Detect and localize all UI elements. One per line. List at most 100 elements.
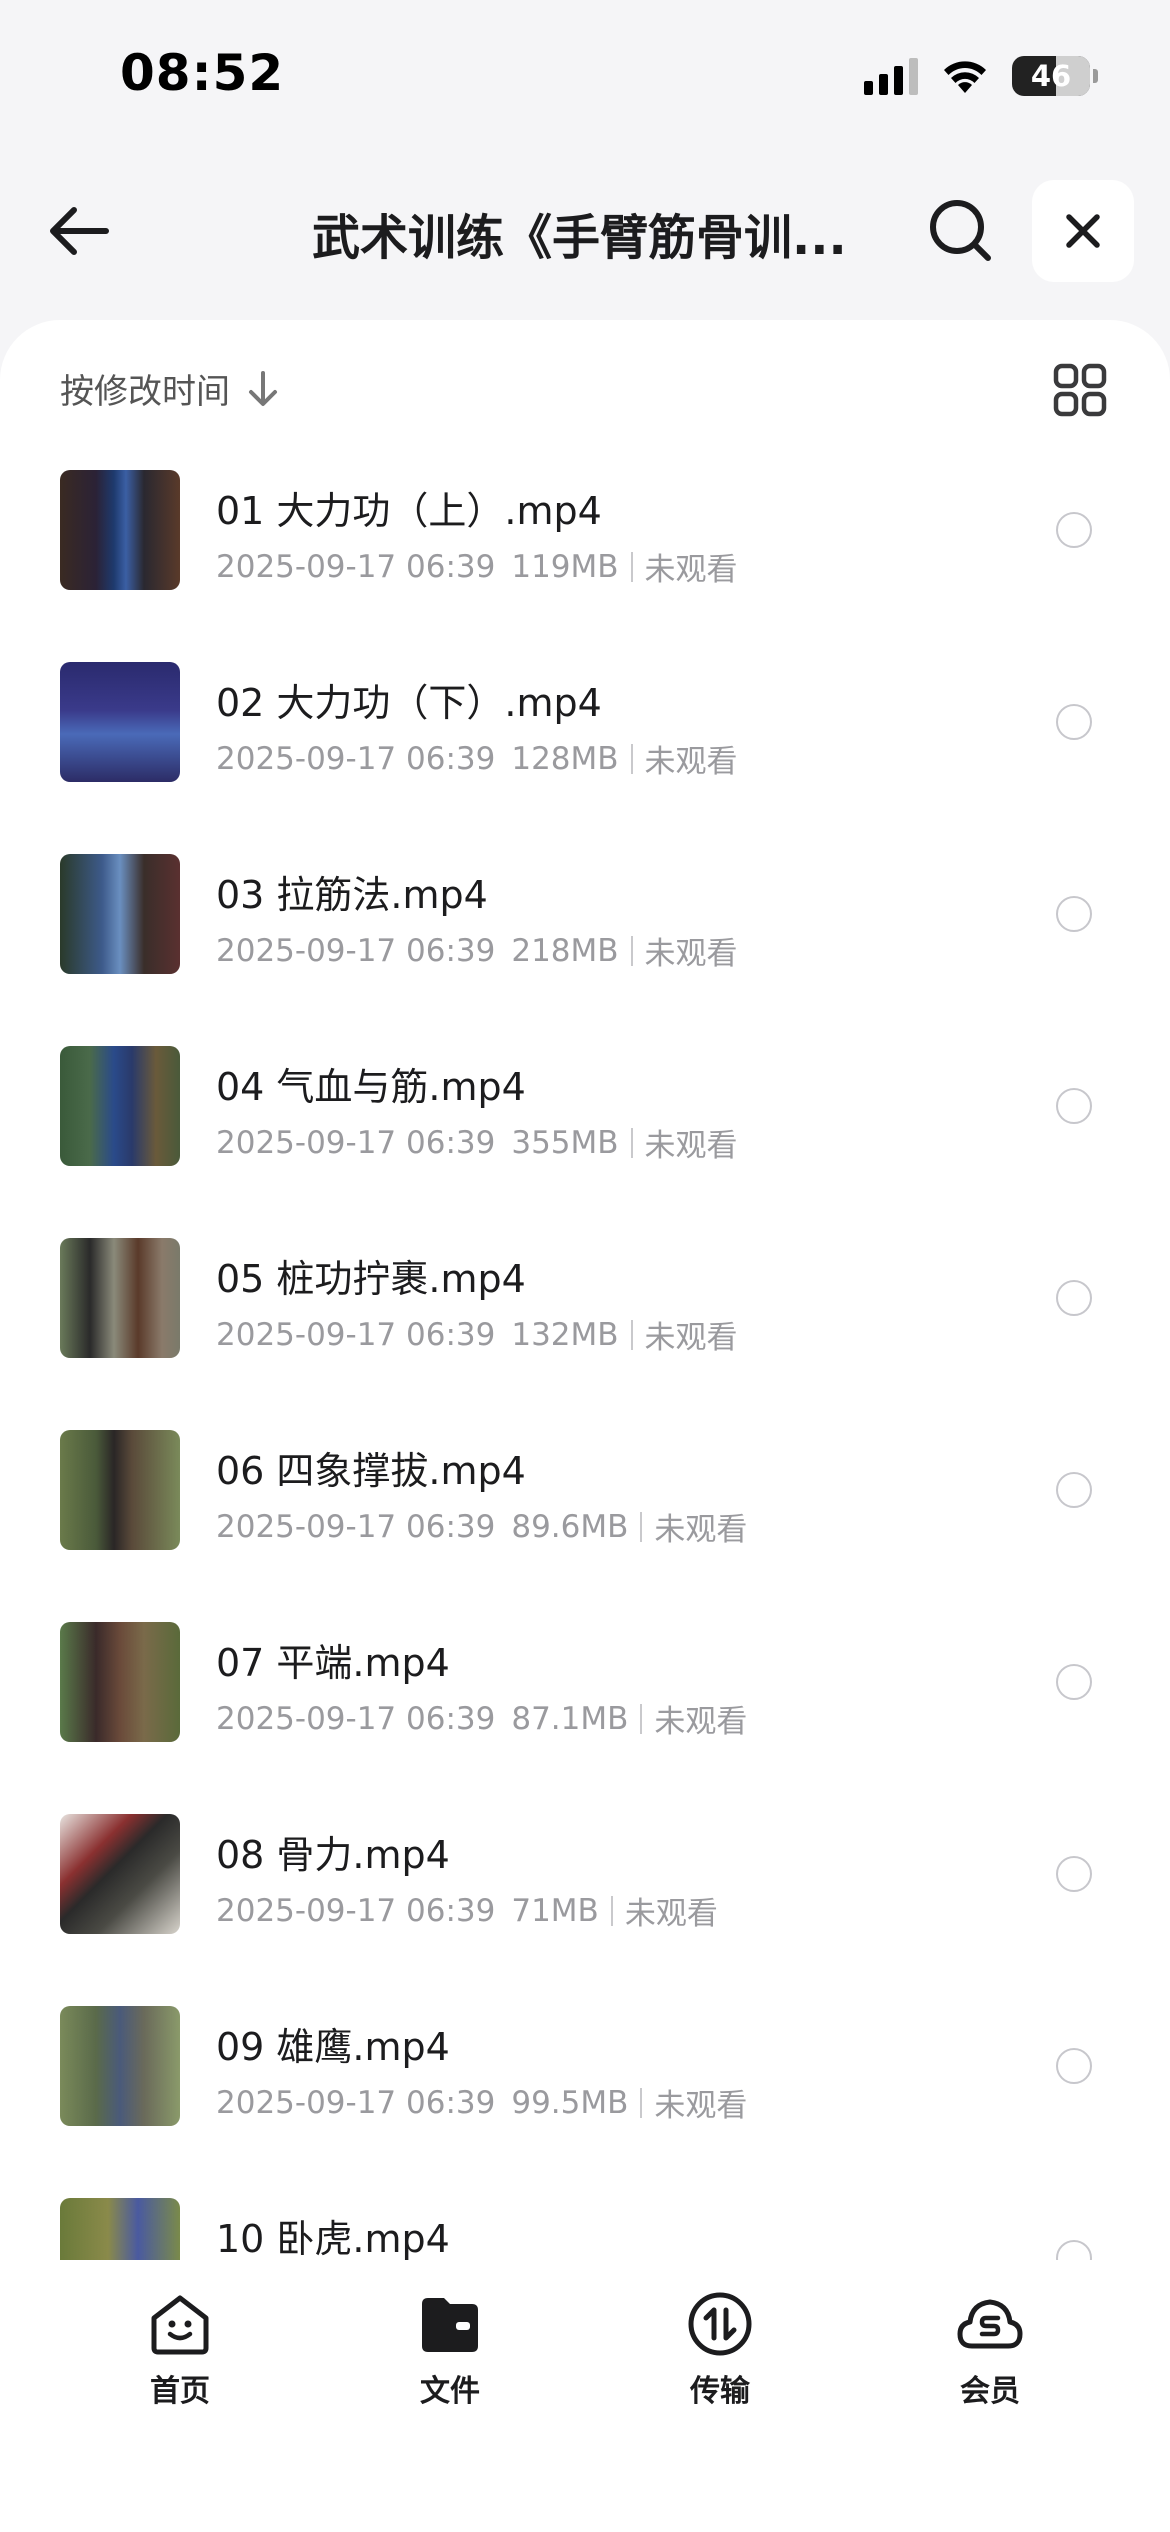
tab-label: 会员: [960, 2374, 1020, 2409]
video-thumbnail: [60, 1814, 180, 1934]
close-button[interactable]: [1032, 180, 1134, 282]
search-icon: [930, 200, 991, 261]
watch-status: 未观看: [654, 1512, 748, 1548]
file-meta: 2025-09-17 06:39 355MB 未观看: [216, 1120, 738, 1165]
tab-home[interactable]: 首页: [100, 2288, 260, 2410]
arrow-left-icon: [50, 207, 109, 255]
file-list: 01 大力功（上）.mp4 2025-09-17 06:39 119MB 未观看…: [0, 470, 1170, 2260]
select-checkbox[interactable]: [1056, 1472, 1092, 1508]
file-date: 2025-09-17 06:39: [216, 1700, 496, 1737]
file-row[interactable]: 01 大力功（上）.mp4 2025-09-17 06:39 119MB 未观看: [0, 470, 1170, 662]
separator: [630, 1319, 633, 1350]
file-row[interactable]: 09 雄鹰.mp4 2025-09-17 06:39 99.5MB 未观看: [0, 2006, 1170, 2198]
separator: [630, 551, 633, 582]
file-date: 2025-09-17 06:39: [216, 2084, 496, 2121]
file-size: 355MB: [511, 1124, 619, 1161]
select-checkbox[interactable]: [1056, 704, 1092, 740]
file-name: 04 气血与筋.mp4: [216, 1065, 526, 1109]
file-name: 01 大力功（上）.mp4: [216, 489, 602, 533]
video-thumbnail: [60, 1430, 180, 1550]
transfer-icon: [688, 2292, 752, 2356]
select-checkbox[interactable]: [1056, 1280, 1092, 1316]
folder-icon: [422, 2298, 478, 2352]
status-time: 08:52: [120, 44, 285, 102]
file-meta: 2025-09-17 06:39 132MB 未观看: [216, 1312, 738, 1357]
file-date: 2025-09-17 06:39: [216, 1892, 496, 1929]
file-name: 08 骨力.mp4: [216, 1833, 450, 1877]
back-button[interactable]: [44, 196, 114, 266]
file-meta: 2025-09-17 06:39 71MB 未观看: [216, 1888, 718, 1933]
tab-transfer[interactable]: 传输: [640, 2288, 800, 2410]
watch-status: 未观看: [654, 1704, 748, 1740]
watch-status: 未观看: [644, 936, 738, 972]
select-checkbox[interactable]: [1056, 2240, 1092, 2260]
home-smile-icon: [151, 2295, 209, 2355]
grid-icon: [1053, 363, 1107, 417]
watch-status: 未观看: [644, 1320, 738, 1356]
grid-view-button[interactable]: [1052, 362, 1108, 418]
bottom-tab-bar: 首页 文件 传输 会员: [0, 2260, 1170, 2532]
file-size: 218MB: [511, 932, 619, 969]
close-icon: [1066, 214, 1100, 248]
file-meta: 2025-09-17 06:39 119MB 未观看: [216, 544, 738, 589]
file-size: 132MB: [511, 1316, 619, 1353]
file-name: 07 平端.mp4: [216, 1641, 450, 1685]
file-list-panel: 按修改时间 01 大力功（上）.mp4 2025-09-17 06:39 119…: [0, 320, 1170, 2260]
video-thumbnail: [60, 1046, 180, 1166]
arrow-down-icon: [249, 370, 277, 406]
separator: [640, 2087, 643, 2118]
select-checkbox[interactable]: [1056, 896, 1092, 932]
file-size: 119MB: [511, 548, 619, 585]
video-thumbnail: [60, 1622, 180, 1742]
file-row[interactable]: 07 平端.mp4 2025-09-17 06:39 87.1MB 未观看: [0, 1622, 1170, 1814]
video-thumbnail: [60, 1238, 180, 1358]
tab-files[interactable]: 文件: [370, 2288, 530, 2410]
file-row[interactable]: 04 气血与筋.mp4 2025-09-17 06:39 355MB 未观看: [0, 1046, 1170, 1238]
file-row[interactable]: 02 大力功（下）.mp4 2025-09-17 06:39 128MB 未观看: [0, 662, 1170, 854]
tab-label: 首页: [150, 2374, 210, 2409]
file-size: 128MB: [511, 740, 619, 777]
file-name: 06 四象撑拔.mp4: [216, 1449, 526, 1493]
watch-status: 未观看: [654, 2088, 748, 2124]
search-button[interactable]: [924, 194, 998, 268]
file-date: 2025-09-17 06:39: [216, 548, 496, 585]
select-checkbox[interactable]: [1056, 2048, 1092, 2084]
watch-status: 未观看: [644, 1128, 738, 1164]
file-name: 09 雄鹰.mp4: [216, 2025, 450, 2069]
separator: [610, 1895, 613, 1926]
separator: [630, 935, 633, 966]
video-thumbnail: [60, 470, 180, 590]
sort-label: 按修改时间: [60, 372, 230, 412]
watch-status: 未观看: [644, 552, 738, 588]
file-date: 2025-09-17 06:39: [216, 1316, 496, 1353]
file-size: 71MB: [511, 1892, 599, 1929]
file-row[interactable]: 03 拉筋法.mp4 2025-09-17 06:39 218MB 未观看: [0, 854, 1170, 1046]
select-checkbox[interactable]: [1056, 1664, 1092, 1700]
sort-button[interactable]: 按修改时间: [60, 364, 280, 413]
select-checkbox[interactable]: [1056, 1088, 1092, 1124]
file-size: 99.5MB: [511, 2084, 629, 2121]
video-thumbnail: [60, 2198, 180, 2260]
video-thumbnail: [60, 662, 180, 782]
file-size: 87.1MB: [511, 1700, 629, 1737]
header: 武术训练《手臂筋骨训...: [0, 170, 1170, 290]
file-row[interactable]: 10 卧虎.mp4: [0, 2198, 1170, 2260]
file-row[interactable]: 05 桩功拧裹.mp4 2025-09-17 06:39 132MB 未观看: [0, 1238, 1170, 1430]
file-date: 2025-09-17 06:39: [216, 740, 496, 777]
file-name: 03 拉筋法.mp4: [216, 873, 488, 917]
file-meta: 2025-09-17 06:39 89.6MB 未观看: [216, 1504, 747, 1549]
file-meta: 2025-09-17 06:39 218MB 未观看: [216, 928, 738, 973]
separator: [640, 1511, 643, 1542]
file-name: 02 大力功（下）.mp4: [216, 681, 602, 725]
file-meta: 2025-09-17 06:39 87.1MB 未观看: [216, 1696, 747, 1741]
select-checkbox[interactable]: [1056, 1856, 1092, 1892]
select-checkbox[interactable]: [1056, 512, 1092, 548]
tab-vip[interactable]: 会员: [910, 2288, 1070, 2410]
separator: [630, 1127, 633, 1158]
file-row[interactable]: 08 骨力.mp4 2025-09-17 06:39 71MB 未观看: [0, 1814, 1170, 2006]
separator: [640, 1703, 643, 1734]
file-row[interactable]: 06 四象撑拔.mp4 2025-09-17 06:39 89.6MB 未观看: [0, 1430, 1170, 1622]
file-date: 2025-09-17 06:39: [216, 1124, 496, 1161]
status-bar: 08:52 46: [0, 0, 1170, 150]
file-date: 2025-09-17 06:39: [216, 1508, 496, 1545]
